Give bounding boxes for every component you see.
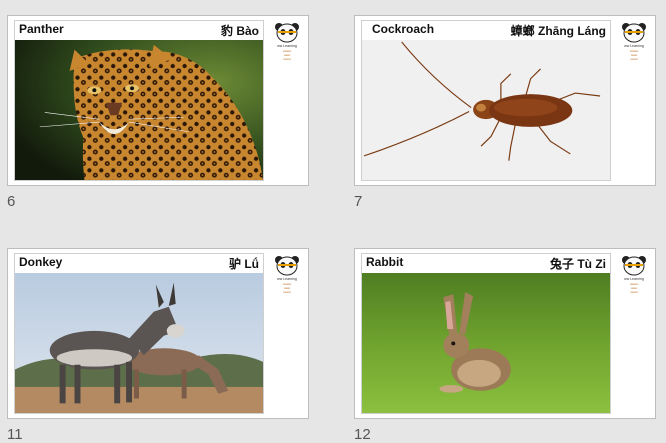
slide-title-chinese: 兔子 Tù Zi	[550, 257, 606, 271]
slide-content: Panther 豹 Bào	[14, 20, 264, 181]
rabbit-photo	[362, 273, 610, 413]
brand-contact-text: ▪▪▪▪▪▪▪▪ ▪▪▪▪▪▪ ▪▪▪▪▪▪▪	[629, 282, 639, 294]
cockroach-photo	[362, 40, 610, 180]
slide-number: 12	[354, 426, 371, 443]
brand-name: ww Learning	[277, 277, 297, 281]
slide-content: Rabbit 兔子 Tù Zi	[361, 253, 611, 414]
slide-title-english: Rabbit	[366, 255, 404, 269]
slide-content: Cockroach 蟑螂 Zhāng Láng	[361, 20, 611, 181]
panda-logo-icon	[275, 23, 299, 43]
brand-contact-text: ▪▪▪▪▪▪▪▪ ▪▪▪▪▪▪ ▪▪▪▪▪▪▪	[629, 49, 639, 61]
slide-content: Donkey 驴 Lǘ	[14, 253, 264, 414]
slide-title-chinese: 蟑螂 Zhāng Láng	[510, 24, 606, 38]
brand-contact-text: ▪▪▪▪▪▪▪▪ ▪▪▪▪▪▪ ▪▪▪▪▪▪▪	[282, 282, 292, 294]
brand-contact-text: ▪▪▪▪▪▪▪▪ ▪▪▪▪▪▪ ▪▪▪▪▪▪▪	[282, 49, 292, 61]
slide-thumbnail-12[interactable]: Rabbit 兔子 Tù Zi ww Learning ▪▪▪▪▪▪▪▪ ▪▪▪…	[354, 248, 656, 419]
slide-number: 11	[7, 426, 23, 443]
brand-name: ww Learning	[277, 44, 297, 48]
slide-title-english: Cockroach	[372, 22, 435, 36]
leopard-photo	[15, 40, 263, 180]
brand-panel: ww Learning ▪▪▪▪▪▪▪▪ ▪▪▪▪▪▪ ▪▪▪▪▪▪▪	[268, 22, 306, 182]
slide-thumbnail-11[interactable]: Donkey 驴 Lǘ ww Learning ▪▪▪▪▪▪▪▪ ▪▪▪▪▪▪ …	[7, 248, 309, 419]
brand-panel: ww Learning ▪▪▪▪▪▪▪▪ ▪▪▪▪▪▪ ▪▪▪▪▪▪▪	[615, 255, 653, 415]
donkey-photo	[15, 273, 263, 413]
slide-number: 6	[7, 193, 16, 210]
slide-title-chinese: 驴 Lǘ	[229, 257, 259, 271]
brand-panel: ww Learning ▪▪▪▪▪▪▪▪ ▪▪▪▪▪▪ ▪▪▪▪▪▪▪	[268, 255, 306, 415]
panda-logo-icon	[622, 256, 646, 276]
brand-name: ww Learning	[624, 44, 644, 48]
brand-name: ww Learning	[624, 277, 644, 281]
slide-title-english: Panther	[19, 22, 64, 36]
slide-thumbnail-6[interactable]: Panther 豹 Bào ww Learning ▪▪▪▪▪▪▪▪ ▪▪▪▪▪…	[7, 15, 309, 186]
slide-thumbnail-7[interactable]: Cockroach 蟑螂 Zhāng Láng ww Learning ▪▪▪▪…	[354, 15, 656, 186]
panda-logo-icon	[275, 256, 299, 276]
brand-panel: ww Learning ▪▪▪▪▪▪▪▪ ▪▪▪▪▪▪ ▪▪▪▪▪▪▪	[615, 22, 653, 182]
slide-title-english: Donkey	[19, 255, 63, 269]
slide-title-chinese: 豹 Bào	[220, 24, 259, 38]
slide-number: 7	[354, 193, 363, 210]
panda-logo-icon	[622, 23, 646, 43]
